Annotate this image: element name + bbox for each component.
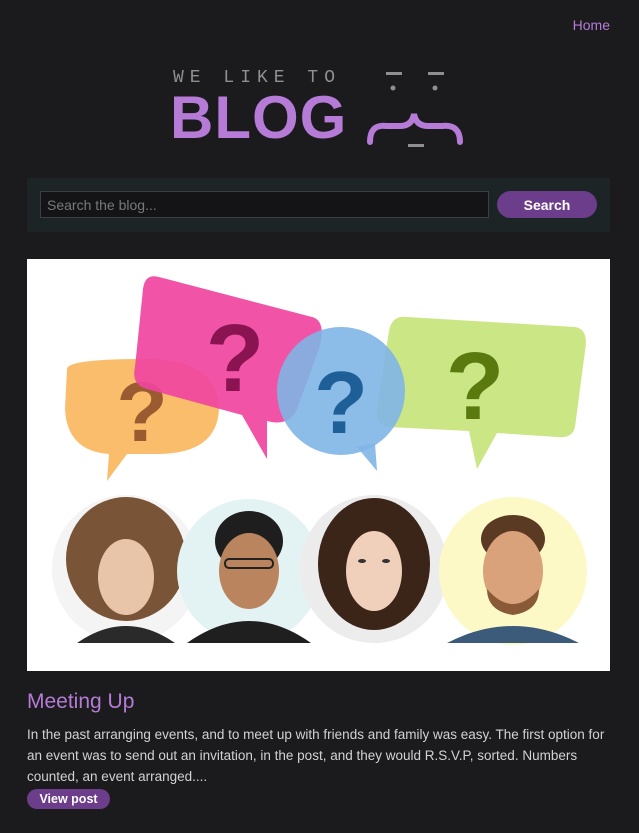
svg-text:?: ?	[314, 353, 368, 452]
search-button[interactable]: Search	[497, 191, 597, 218]
post-title[interactable]: Meeting Up	[27, 690, 134, 714]
search-input[interactable]	[40, 191, 489, 218]
top-nav: Home	[573, 17, 610, 35]
avatar-man-2	[439, 497, 587, 645]
home-link[interactable]: Home	[573, 17, 610, 33]
site-logo[interactable]: WE LIKE TO BLOG	[170, 66, 470, 150]
post-excerpt: In the past arranging events, and to mee…	[27, 727, 605, 784]
svg-text:?: ?	[446, 333, 505, 440]
avatar-woman-2	[300, 495, 448, 643]
logo-wordmark: BLOG	[170, 84, 348, 151]
svg-text:?: ?	[206, 305, 265, 412]
search-bar: Search	[27, 178, 610, 232]
post-image[interactable]: ? ? ? ?	[27, 259, 610, 671]
bubble-green: ?	[376, 316, 586, 469]
view-post-button[interactable]: View post	[27, 789, 110, 809]
avatar-man-1	[177, 499, 321, 643]
logo-face-icon	[367, 72, 463, 147]
bubble-blue: ?	[277, 327, 405, 471]
